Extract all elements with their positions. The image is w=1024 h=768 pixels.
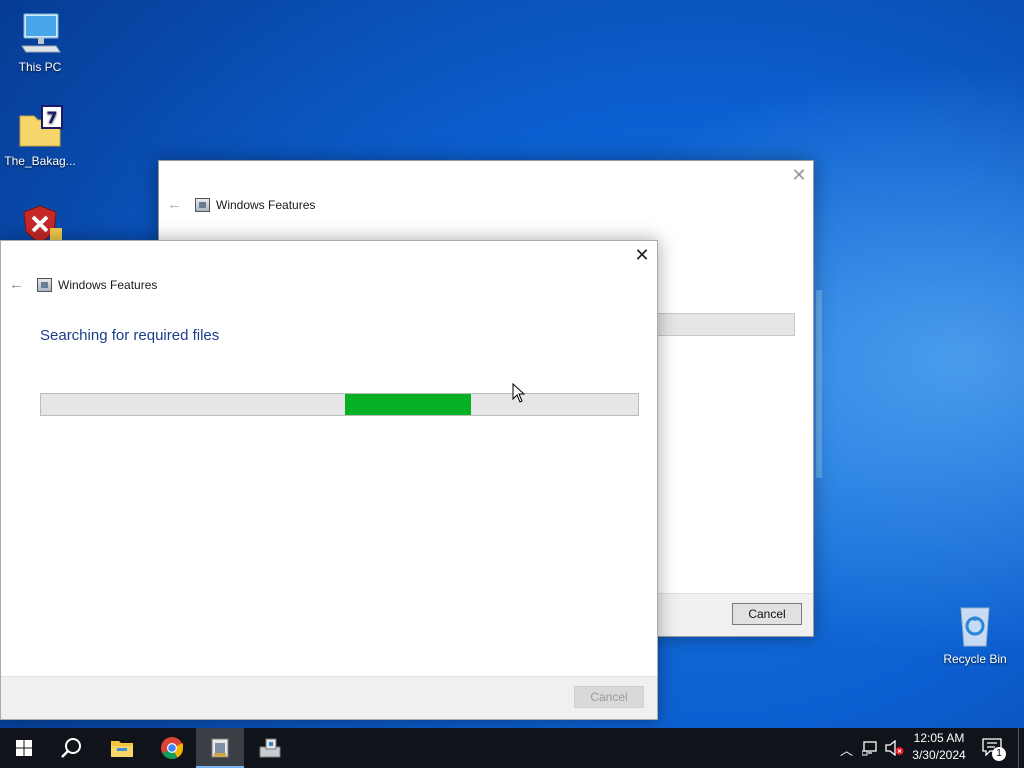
desktop: This PC 7 The_Bakag... Recycle Bin ✕ ← W… [0, 0, 1024, 728]
desktop-icon-label: The_Bakag... [4, 154, 76, 168]
windows-features-window[interactable]: ✕ ← Windows Features Searching for requi… [0, 240, 658, 720]
desktop-icon-archive[interactable]: 7 The_Bakag... [0, 104, 80, 168]
volume-muted-icon [885, 739, 904, 757]
chrome-button[interactable] [148, 728, 196, 768]
search-button[interactable] [48, 728, 96, 768]
window-title-text: Windows Features [216, 198, 316, 212]
windows-features-icon [195, 198, 210, 212]
show-hidden-icons-button[interactable]: ︿ [840, 740, 853, 759]
progress-bar-background [657, 313, 795, 336]
start-button[interactable] [0, 728, 48, 768]
windows-features-icon [211, 738, 229, 758]
cancel-button-disabled: Cancel [574, 686, 644, 708]
windows-features-taskbar-button[interactable] [196, 728, 244, 768]
network-icon [861, 741, 877, 756]
desktop-icon-this-pc[interactable]: This PC [0, 10, 80, 74]
window-title: Windows Features [195, 198, 315, 212]
file-explorer-button[interactable] [98, 728, 146, 768]
clock-date: 3/30/2024 [912, 748, 966, 762]
back-arrow-icon[interactable]: ← [167, 196, 182, 213]
7zip-archive-icon: 7 [16, 104, 64, 152]
close-icon[interactable]: ✕ [784, 163, 814, 187]
back-arrow-icon[interactable]: ← [9, 276, 24, 293]
clock-time: 12:05 AM [913, 731, 965, 745]
progress-bar-fill [345, 394, 471, 415]
recycle-bin-icon [951, 602, 999, 650]
desktop-icon-recycle-bin[interactable]: Recycle Bin [935, 602, 1015, 666]
svg-text:7: 7 [46, 108, 57, 127]
desktop-icon-label: Recycle Bin [943, 652, 1007, 666]
window-title: Windows Features [37, 278, 157, 292]
windows-features-icon [37, 278, 52, 292]
wallpaper-light-beam [816, 290, 822, 478]
notification-badge: 1 [992, 747, 1006, 761]
clock[interactable]: 12:05 AM 3/30/2024 [904, 731, 974, 762]
progress-bar [40, 393, 639, 416]
volume-button[interactable] [885, 739, 905, 761]
chevron-up-icon: ︿ [840, 743, 854, 758]
status-heading: Searching for required files [40, 327, 220, 344]
taskbar: ︿ 12:05 AM 3/30/2024 1 [0, 728, 1024, 768]
cancel-button[interactable]: Cancel [732, 603, 802, 625]
start-icon [16, 740, 32, 756]
installer-taskbar-button[interactable] [246, 728, 294, 768]
close-icon[interactable]: ✕ [627, 243, 657, 267]
file-explorer-icon [111, 741, 133, 757]
dialog-footer: Cancel [1, 676, 657, 719]
show-desktop-button[interactable] [1018, 728, 1024, 768]
action-center-button[interactable]: 1 [982, 738, 1008, 761]
search-icon [61, 738, 81, 758]
this-pc-icon [16, 10, 64, 58]
installer-icon [259, 738, 281, 758]
chrome-icon [161, 737, 183, 759]
window-title-text: Windows Features [58, 278, 158, 292]
mouse-cursor-icon [512, 382, 526, 408]
network-button[interactable] [861, 740, 880, 761]
desktop-icon-label: This PC [18, 60, 62, 74]
